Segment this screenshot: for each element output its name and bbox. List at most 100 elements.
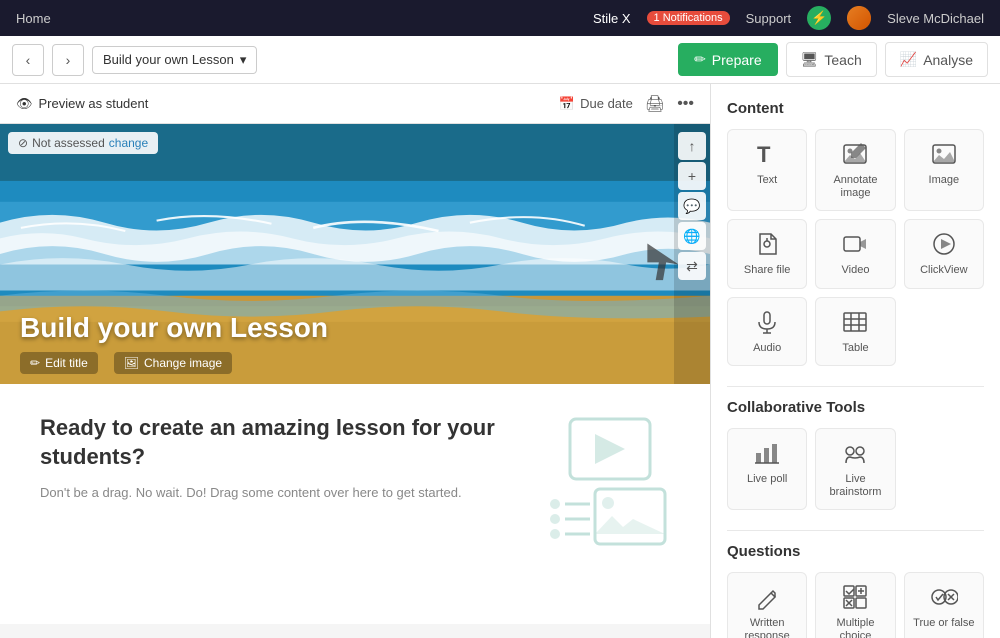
support-link[interactable]: Support <box>746 11 792 26</box>
print-button[interactable]: 🖨 <box>645 94 665 114</box>
chart-icon: 📈 <box>900 51 917 68</box>
true-or-false-icon <box>930 583 958 611</box>
image-icon <box>930 140 958 168</box>
content-item-image[interactable]: Image <box>904 129 984 211</box>
change-image-button[interactable]: 🖼 Change image <box>114 352 232 374</box>
content-item-true-or-false[interactable]: True or false <box>904 572 984 638</box>
move-up-tool[interactable]: ↑ <box>678 132 706 160</box>
not-assessed-text: Not assessed <box>32 136 105 150</box>
right-panel: Content T Text <box>710 84 1000 638</box>
true-or-false-label: True or false <box>913 617 974 630</box>
teach-button[interactable]: 🖥 Teach <box>786 42 877 77</box>
live-brainstorm-icon <box>841 439 869 467</box>
video-icon <box>841 230 869 258</box>
content-section-title: Content <box>727 100 984 117</box>
live-poll-icon <box>753 439 781 467</box>
questions-section-title: Questions <box>727 543 984 560</box>
text-content-icon: T <box>753 140 781 168</box>
content-item-clickview[interactable]: ClickView <box>904 219 984 288</box>
annotate-image-label: Annotate image <box>822 174 888 200</box>
placeholder-decoration <box>540 414 670 554</box>
audio-icon <box>753 308 781 336</box>
image-label: Image <box>929 174 960 187</box>
edit-title-button[interactable]: ✏ Edit title <box>20 352 98 374</box>
notifications-badge[interactable]: 1 Notifications <box>647 11 730 25</box>
written-response-icon <box>753 583 781 611</box>
calendar-icon: 📅 <box>559 96 575 112</box>
content-item-text[interactable]: T Text <box>727 129 807 211</box>
placeholder-title: Ready to create an amazing lesson for yo… <box>40 414 510 471</box>
collab-section-title: Collaborative Tools <box>727 399 984 416</box>
written-response-label: Written response <box>734 617 800 638</box>
content-item-live-poll[interactable]: Live poll <box>727 428 807 510</box>
clickview-icon <box>930 230 958 258</box>
multiple-choice-icon <box>841 583 869 611</box>
comment-tool[interactable]: 💬 <box>678 192 706 220</box>
lesson-header-background: ⊘ Not assessed change ↑ + 💬 🌐 ⇄ Build yo… <box>0 124 710 384</box>
globe-tool[interactable]: 🌐 <box>678 222 706 250</box>
user-name: Sleve McDichael <box>887 11 984 26</box>
text-content-label: Text <box>757 174 777 187</box>
multiple-choice-label: Multiple choice <box>822 617 888 638</box>
more-options-button[interactable]: ••• <box>677 95 694 113</box>
questions-items-grid: Written response <box>727 572 984 638</box>
prepare-button[interactable]: ✏ Prepare <box>678 43 778 76</box>
lightning-button[interactable]: ⚡ <box>807 6 831 30</box>
content-item-annotate-image[interactable]: Annotate image <box>815 129 895 211</box>
video-label: Video <box>842 264 870 277</box>
second-toolbar: ‹ › Build your own Lesson ▾ ✏ Prepare 🖥 … <box>0 36 1000 84</box>
pencil-icon: ✏ <box>694 51 706 68</box>
table-label: Table <box>842 342 868 355</box>
clickview-label: ClickView <box>920 264 967 277</box>
collab-items-grid: Live poll Live brainstorm <box>727 428 984 510</box>
live-poll-label: Live poll <box>747 473 787 486</box>
lesson-selector-label: Build your own Lesson <box>103 52 234 67</box>
lesson-header-actions: ✏ Edit title 🖼 Change image <box>20 352 232 374</box>
stile-x-label: Stile X <box>593 11 631 26</box>
svg-text:T: T <box>757 142 771 167</box>
share-file-icon <box>753 230 781 258</box>
content-area: 👁 Preview as student 📅 Due date 🖨 ••• <box>0 84 710 638</box>
lesson-content-body: Ready to create an amazing lesson for yo… <box>0 384 710 624</box>
preview-student-button[interactable]: 👁 Preview as student <box>16 96 148 112</box>
lesson-hero-image <box>0 124 710 384</box>
content-item-share-file[interactable]: Share file <box>727 219 807 288</box>
add-tool[interactable]: + <box>678 162 706 190</box>
content-item-audio[interactable]: Audio <box>727 297 807 366</box>
pencil-icon: ✏ <box>30 356 40 370</box>
forward-button[interactable]: › <box>52 44 84 76</box>
monitor-icon: 🖥 <box>801 51 819 68</box>
arrows-tool[interactable]: ⇄ <box>678 252 706 280</box>
avatar[interactable] <box>847 6 871 30</box>
home-link[interactable]: Home <box>16 11 51 26</box>
content-item-written-response[interactable]: Written response <box>727 572 807 638</box>
share-file-label: Share file <box>744 264 790 277</box>
main-layout: 👁 Preview as student 📅 Due date 🖨 ••• <box>0 84 1000 638</box>
image-icon: 🖼 <box>124 356 139 370</box>
live-brainstorm-label: Live brainstorm <box>822 473 888 499</box>
change-assessment-link[interactable]: change <box>109 136 148 150</box>
content-items-grid: T Text Annotate image <box>727 129 984 366</box>
audio-label: Audio <box>753 342 781 355</box>
content-item-live-brainstorm[interactable]: Live brainstorm <box>815 428 895 510</box>
top-nav: Home Stile X 1 Notifications Support ⚡ S… <box>0 0 1000 36</box>
lesson-title: Build your own Lesson <box>20 312 328 344</box>
placeholder-body: Don't be a drag. No wait. Do! Drag some … <box>40 483 510 503</box>
avatar-image <box>847 6 871 30</box>
divider-collab <box>727 386 984 387</box>
content-item-table[interactable]: Table <box>815 297 895 366</box>
lesson-selector[interactable]: Build your own Lesson ▾ <box>92 46 257 74</box>
content-item-multiple-choice[interactable]: Multiple choice <box>815 572 895 638</box>
lesson-header: ⊘ Not assessed change ↑ + 💬 🌐 ⇄ Build yo… <box>0 124 710 384</box>
divider-questions <box>727 530 984 531</box>
due-date-button[interactable]: 📅 Due date <box>559 96 633 112</box>
back-button[interactable]: ‹ <box>12 44 44 76</box>
content-item-video[interactable]: Video <box>815 219 895 288</box>
no-assess-icon: ⊘ <box>18 136 28 150</box>
not-assessed-bar: ⊘ Not assessed change <box>8 132 158 154</box>
table-icon <box>841 308 869 336</box>
side-tools-panel: ↑ + 💬 🌐 ⇄ <box>674 124 710 384</box>
analyse-button[interactable]: 📈 Analyse <box>885 42 988 77</box>
annotate-image-icon <box>841 140 869 168</box>
sub-toolbar: 👁 Preview as student 📅 Due date 🖨 ••• <box>0 84 710 124</box>
